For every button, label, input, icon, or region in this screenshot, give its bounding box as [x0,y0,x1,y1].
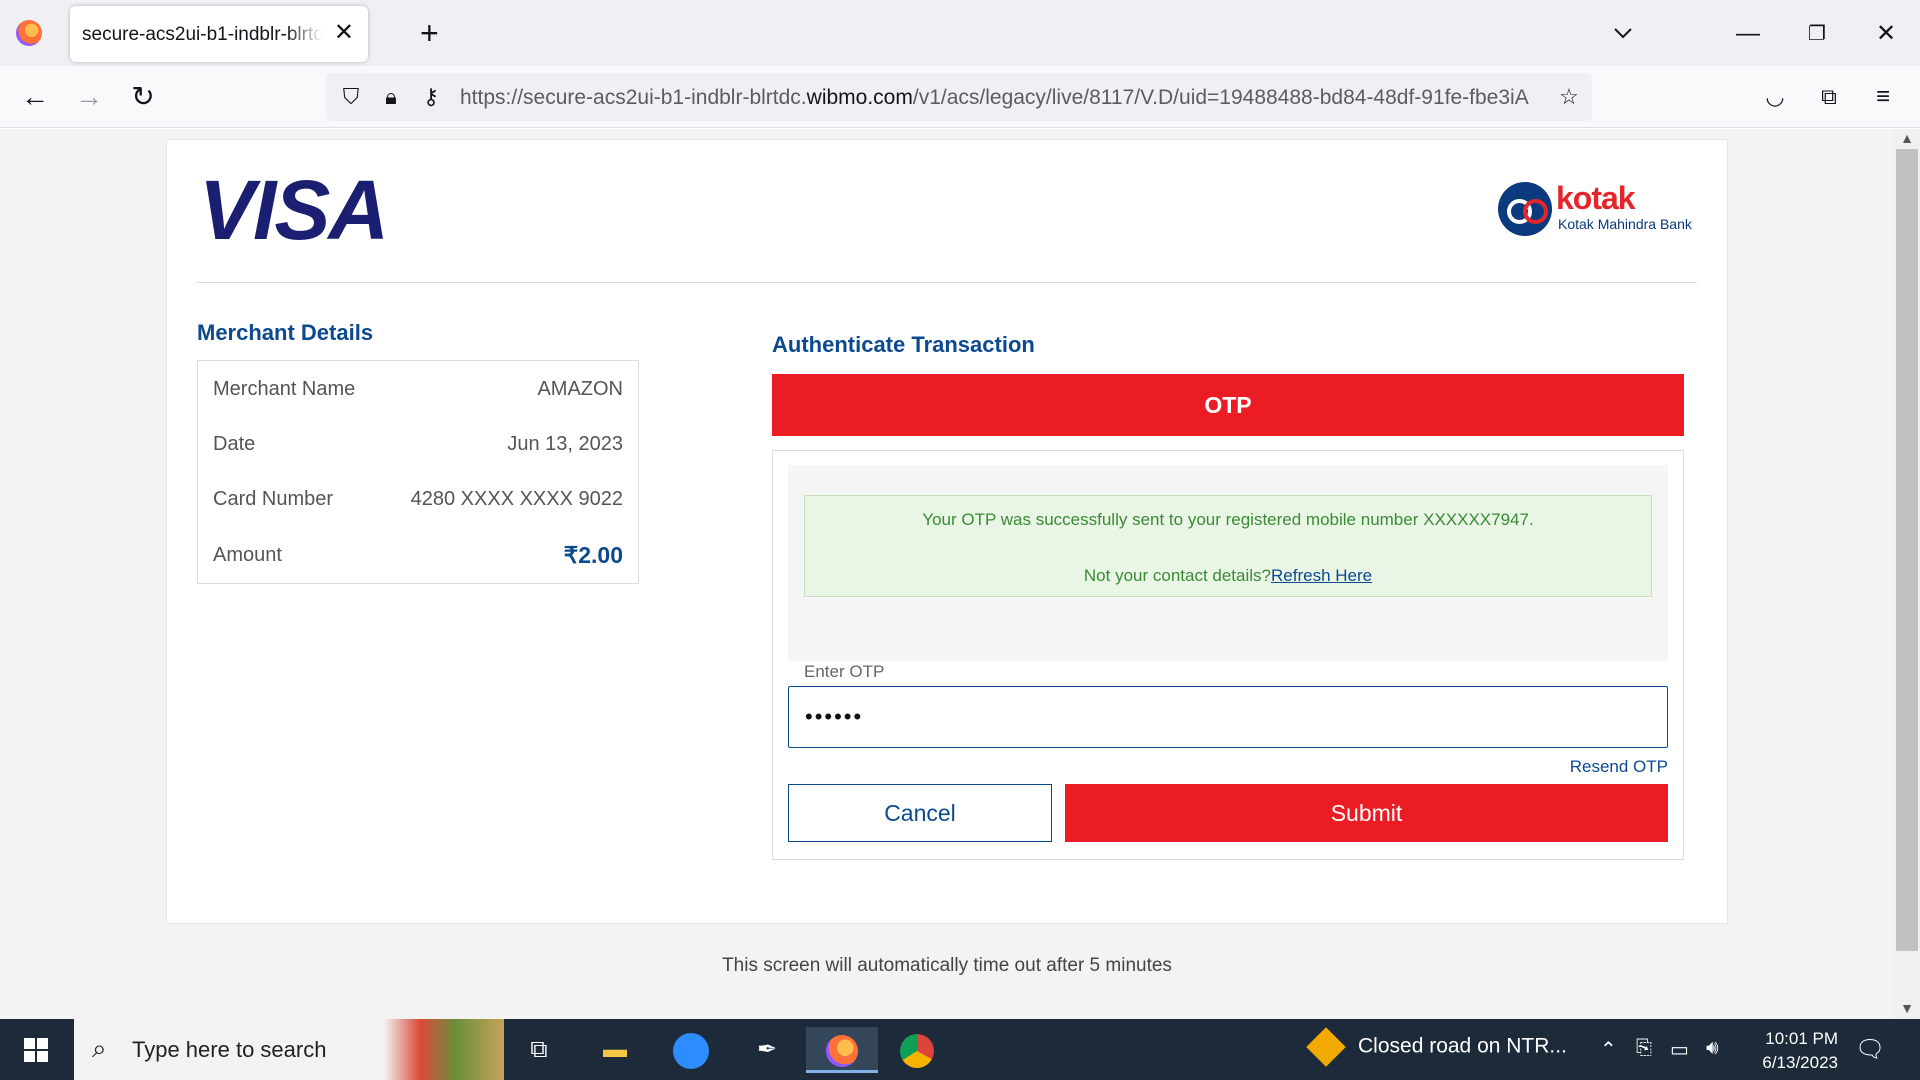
task-view-icon[interactable]: ⧉ [516,1027,562,1073]
scroll-thumb[interactable] [1896,149,1918,951]
merchant-row: Merchant Name AMAZON [213,378,623,408]
pen-app-icon[interactable]: ✒ [744,1027,790,1073]
windows-icon [24,1038,48,1062]
volume-icon[interactable]: 🔊︎ [1706,1037,1719,1060]
firefox-icon [16,20,42,46]
battery-icon[interactable]: ▭ [1670,1037,1689,1062]
page-viewport: VISA kotak Kotak Mahindra Bank Merchant … [0,129,1894,1019]
weather-widget[interactable]: Closed road on NTR... [1306,1027,1567,1067]
bank-name: kotak [1556,180,1636,216]
forward-arrow-icon[interactable]: → [72,80,106,114]
clock-time: 10:01 PM [1765,1029,1838,1048]
shield-icon[interactable]: ⛉ [336,82,366,112]
browser-tab[interactable]: secure-acs2ui-b1-indblr-blrtdc.wibmo.com… [70,6,368,62]
resend-otp-link[interactable]: Resend OTP [1570,757,1668,777]
search-icon: ⌕ [92,1033,107,1063]
bookmark-star-icon[interactable]: ☆ [1554,82,1584,112]
start-button[interactable] [0,1019,70,1080]
show-hidden-icons-icon[interactable]: ⌃ [1600,1037,1617,1062]
merchant-row: Date Jun 13, 2023 [213,433,623,463]
amount-value: ₹2.00 [563,542,623,568]
navigation-bar: ← → ↻ ⛉ 🔒︎ ⚷ https://secure-acs2ui-b1-in… [0,66,1920,128]
authenticate-heading: Authenticate Transaction [772,332,1035,357]
kotak-logo: kotak Kotak Mahindra Bank [1498,180,1698,238]
address-bar[interactable]: ⛉ 🔒︎ ⚷ https://secure-acs2ui-b1-indblr-b… [326,73,1592,121]
page-scrollbar[interactable]: ▲ ▼ [1894,129,1920,1019]
merchant-row-label: Amount [213,544,282,566]
kotak-logo-icon [1498,182,1552,236]
restore-icon[interactable]: ❐ [1797,14,1837,54]
contact-prompt-text: Not your contact details? [1083,566,1271,585]
new-tab-button[interactable]: + [420,16,439,50]
otp-sent-message: Your OTP was successfully sent to your r… [922,510,1534,529]
otp-label: Enter OTP [804,662,885,681]
merchant-row-value: 4280 XXXX XXXX 9022 [410,488,623,510]
search-highlight-image [384,1019,504,1080]
merchant-row-label: Card Number [213,488,334,510]
lock-icon[interactable]: 🔒︎ [376,82,406,112]
system-clock[interactable]: 10:01 PM 6/13/2023 [1738,1027,1838,1075]
reload-icon[interactable]: ↻ [126,80,160,114]
close-tab-icon[interactable]: ✕ [334,20,354,46]
tab-bar: secure-acs2ui-b1-indblr-blrtdc.wibmo.com… [0,0,1920,66]
header-divider [197,282,1697,283]
key-icon[interactable]: ⚷ [416,82,446,112]
merchant-details-table: Merchant Name AMAZON Date Jun 13, 2023 C… [197,360,639,584]
contact-prompt: Not your contact details?Refresh Here [805,566,1651,586]
pocket-icon[interactable]: ◡ [1758,80,1792,114]
merchant-row-label: Date [213,433,256,455]
scroll-down-icon[interactable]: ▼ [1894,999,1920,1017]
otp-form: Your OTP was successfully sent to your r… [772,450,1684,860]
merchant-row-label: Merchant Name [213,378,356,400]
extensions-icon[interactable]: ⧉ [1812,80,1846,114]
timeout-notice: This screen will automatically time out … [722,955,1172,976]
merchant-row: Amount ₹2.00 [213,542,623,574]
clock-date: 6/13/2023 [1762,1053,1838,1072]
submit-button[interactable]: Submit [1065,784,1668,842]
minimize-icon[interactable]: — [1728,14,1768,54]
chevron-down-icon[interactable] [1610,20,1636,46]
url-text[interactable]: https://secure-acs2ui-b1-indblr-blrtdc.w… [460,86,1550,110]
message-panel: Your OTP was successfully sent to your r… [788,465,1668,661]
taskbar-search[interactable]: ⌕ Type here to search [74,1019,504,1080]
search-placeholder: Type here to search [132,1037,327,1062]
merchant-row-value: Jun 13, 2023 [507,433,623,455]
refresh-here-link[interactable]: Refresh Here [1271,566,1372,585]
bank-fullname: Kotak Mahindra Bank [1558,216,1692,232]
auth-card: VISA kotak Kotak Mahindra Bank Merchant … [166,139,1728,924]
scroll-up-icon[interactable]: ▲ [1894,129,1920,147]
file-explorer-icon[interactable]: ▬ [592,1027,638,1073]
merchant-row: Card Number 4280 XXXX XXXX 9022 [213,488,623,518]
tab-title: secure-acs2ui-b1-indblr-blrtdc.wibmo.com [82,24,322,45]
merchant-row-value: AMAZON [537,378,623,400]
visa-logo: VISA [199,163,389,257]
close-window-icon[interactable]: ✕ [1866,14,1906,54]
otp-input[interactable] [788,686,1668,748]
merchant-details-heading: Merchant Details [197,320,374,345]
back-arrow-icon[interactable]: ← [18,80,52,114]
chrome-icon[interactable] [894,1027,940,1073]
windows-taskbar: ⌕ Type here to search ⧉ ▬ ✒ Closed road … [0,1019,1920,1080]
firefox-taskbar-icon[interactable] [806,1027,878,1073]
cancel-button[interactable]: Cancel [788,784,1052,842]
otp-banner: OTP [772,374,1684,436]
meet-now-icon[interactable]: ⎘ [1636,1037,1652,1060]
otp-success-alert: Your OTP was successfully sent to your r… [804,495,1652,597]
weather-text: Closed road on NTR... [1358,1034,1567,1058]
menu-icon[interactable]: ≡ [1866,80,1900,114]
road-warning-icon [1306,1027,1346,1067]
zoom-icon[interactable] [668,1027,714,1073]
notification-icon[interactable]: 🗨︎ [1855,1035,1885,1064]
